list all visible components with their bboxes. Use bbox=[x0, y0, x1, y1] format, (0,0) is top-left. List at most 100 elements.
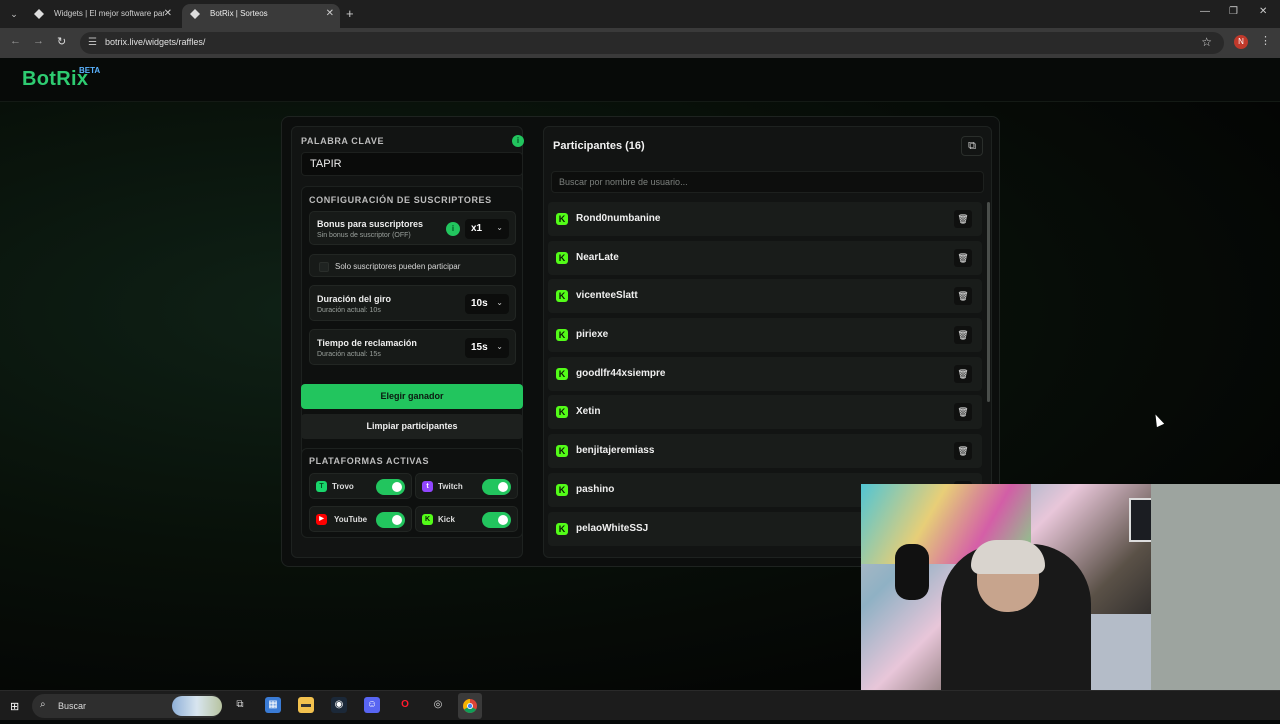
address-bar[interactable]: ☰ botrix.live/widgets/raffles/ ☆ bbox=[80, 32, 1224, 54]
bonus-multiplier-select[interactable]: x1 ⌄ bbox=[465, 219, 509, 239]
participants-scrollbar[interactable] bbox=[987, 202, 990, 402]
profile-avatar[interactable]: N bbox=[1234, 35, 1248, 49]
kick-icon: K bbox=[556, 406, 568, 419]
bookmark-star-icon[interactable]: ☆ bbox=[1201, 35, 1212, 49]
platform-label: Trovo bbox=[332, 482, 354, 491]
browser-tab-sorteos[interactable]: BotRix | Sorteos ✕ bbox=[182, 4, 340, 28]
participant-row: Kpiriexe 🗑 bbox=[548, 318, 982, 353]
participant-row: Kgoodlfr44xsiempre 🗑 bbox=[548, 356, 982, 391]
reload-icon[interactable]: ↻ bbox=[57, 35, 66, 48]
chrome-icon[interactable] bbox=[458, 693, 482, 719]
kick-icon: K bbox=[556, 367, 568, 380]
kick-toggle[interactable] bbox=[482, 512, 511, 528]
taskbar-search[interactable]: ⌕ Buscar bbox=[32, 694, 222, 718]
close-icon[interactable]: ✕ bbox=[164, 4, 172, 24]
new-tab-plus-icon[interactable]: + bbox=[346, 6, 354, 21]
trash-icon[interactable]: 🗑 bbox=[954, 287, 972, 306]
browser-tab-widgets[interactable]: Widgets | El mejor software par ✕ bbox=[26, 4, 178, 28]
botrix-favicon-icon bbox=[190, 9, 200, 19]
trash-icon[interactable]: 🗑 bbox=[954, 442, 972, 461]
active-platforms-section: PLATAFORMAS ACTIVAS T Trovo t Twitch ▶ Y… bbox=[301, 448, 523, 538]
active-platforms-title: PLATAFORMAS ACTIVAS bbox=[309, 456, 430, 466]
discord-icon[interactable]: ☺ bbox=[364, 697, 380, 713]
store-icon[interactable]: ▦ bbox=[265, 697, 281, 713]
streamer-hair bbox=[971, 540, 1045, 574]
tab-title: Widgets | El mejor software par bbox=[54, 9, 166, 18]
platform-twitch: t Twitch bbox=[415, 473, 518, 499]
youtube-toggle[interactable] bbox=[376, 512, 405, 528]
bonus-subtitle: Sin bonus de suscriptor (OFF) bbox=[317, 232, 411, 239]
participant-name: Xetin bbox=[576, 406, 601, 418]
info-icon[interactable]: i bbox=[446, 222, 460, 236]
kick-icon: K bbox=[556, 445, 568, 458]
search-icon: ⌕ bbox=[40, 699, 46, 710]
subscriber-config-title: CONFIGURACIÓN DE SUSCRIPTORES bbox=[309, 195, 492, 205]
person-standing bbox=[1151, 484, 1280, 690]
participant-row: K Rond0numbanine 🗑 bbox=[548, 202, 982, 236]
windows-start-icon[interactable]: ⊞ bbox=[10, 700, 19, 713]
claim-time-select[interactable]: 15s ⌄ bbox=[465, 338, 509, 358]
bonus-title: Bonus para suscriptores bbox=[317, 219, 424, 229]
participant-name: goodlfr44xsiempre bbox=[576, 367, 666, 379]
trash-icon[interactable]: 🗑 bbox=[954, 248, 972, 267]
participant-row: K NearLate 🗑 bbox=[548, 240, 982, 275]
clear-participants-button[interactable]: Limpiar participantes bbox=[301, 414, 523, 439]
participants-title: Participantes (16) bbox=[553, 140, 645, 152]
trash-icon[interactable]: 🗑 bbox=[954, 364, 972, 383]
platform-youtube: ▶ YouTube bbox=[309, 506, 412, 532]
window-close-icon[interactable]: ✕ bbox=[1259, 6, 1267, 17]
close-icon[interactable]: ✕ bbox=[326, 4, 334, 24]
task-view-icon[interactable]: ⧉ bbox=[232, 697, 248, 713]
chevron-down-icon: ⌄ bbox=[496, 342, 503, 351]
botrix-favicon-icon bbox=[34, 9, 44, 19]
url-text[interactable]: botrix.live/widgets/raffles/ bbox=[105, 37, 205, 47]
obs-icon[interactable]: ◎ bbox=[430, 697, 446, 713]
copy-icon[interactable]: ⧉ bbox=[961, 136, 983, 156]
keyword-title: PALABRA CLAVE bbox=[301, 136, 385, 146]
participant-name: Rond0numbanine bbox=[576, 213, 661, 224]
claim-time-card: Tiempo de reclamación Duración actual: 1… bbox=[309, 329, 516, 365]
participant-name: benjitajeremiass bbox=[576, 445, 655, 457]
claim-time-title: Tiempo de reclamación bbox=[317, 338, 417, 348]
forward-arrow-icon[interactable]: → bbox=[33, 35, 44, 47]
only-subscribers-label: Solo suscriptores pueden participar bbox=[335, 262, 461, 271]
trash-icon[interactable]: 🗑 bbox=[954, 210, 972, 228]
chevron-down-icon: ⌄ bbox=[496, 298, 503, 307]
browser-menu-icon[interactable]: ⋮ bbox=[1260, 34, 1271, 47]
kick-icon: K bbox=[422, 514, 433, 525]
spin-duration-select[interactable]: 10s ⌄ bbox=[465, 294, 509, 314]
restore-icon[interactable]: ❐ bbox=[1229, 6, 1238, 17]
trash-icon[interactable]: 🗑 bbox=[954, 403, 972, 422]
pick-winner-button[interactable]: Elegir ganador bbox=[301, 384, 523, 409]
chrome-logo-icon bbox=[463, 699, 477, 713]
steam-icon[interactable]: ◉ bbox=[331, 697, 347, 713]
only-subscribers-checkbox[interactable] bbox=[319, 262, 329, 272]
claim-time-value: 15s bbox=[471, 342, 488, 353]
platform-label: Twitch bbox=[438, 482, 463, 491]
minimize-icon[interactable]: — bbox=[1200, 6, 1210, 17]
opera-gx-icon[interactable]: O bbox=[397, 697, 413, 713]
trovo-toggle[interactable] bbox=[376, 479, 405, 495]
kick-icon: K bbox=[556, 329, 568, 342]
only-subscribers-option[interactable]: Solo suscriptores pueden participar bbox=[309, 254, 516, 277]
back-arrow-icon[interactable]: ← bbox=[10, 35, 21, 47]
info-icon[interactable]: i bbox=[512, 135, 524, 147]
trash-icon[interactable]: 🗑 bbox=[954, 326, 972, 345]
spin-duration-card: Duración del giro Duración actual: 10s 1… bbox=[309, 285, 516, 321]
kick-icon: K bbox=[556, 522, 568, 535]
kick-icon: K bbox=[556, 290, 568, 303]
site-info-icon[interactable]: ☰ bbox=[88, 37, 97, 48]
platform-label: YouTube bbox=[334, 515, 368, 524]
keyword-input[interactable] bbox=[301, 152, 523, 176]
file-explorer-icon[interactable]: ▬ bbox=[298, 697, 314, 713]
participant-search-input[interactable] bbox=[551, 171, 984, 193]
twitch-toggle[interactable] bbox=[482, 479, 511, 495]
bonus-multiplier-value: x1 bbox=[471, 223, 483, 234]
platform-label: Kick bbox=[438, 515, 455, 524]
twitch-icon: t bbox=[422, 481, 433, 492]
tab-title: BotRix | Sorteos bbox=[210, 9, 268, 18]
claim-time-subtitle: Duración actual: 15s bbox=[317, 351, 381, 358]
browser-toolbar: ← → ↻ ☰ botrix.live/widgets/raffles/ ☆ N… bbox=[0, 28, 1280, 58]
platform-kick: K Kick bbox=[415, 506, 518, 532]
tab-search-chevron-icon[interactable]: ⌄ bbox=[6, 6, 22, 22]
